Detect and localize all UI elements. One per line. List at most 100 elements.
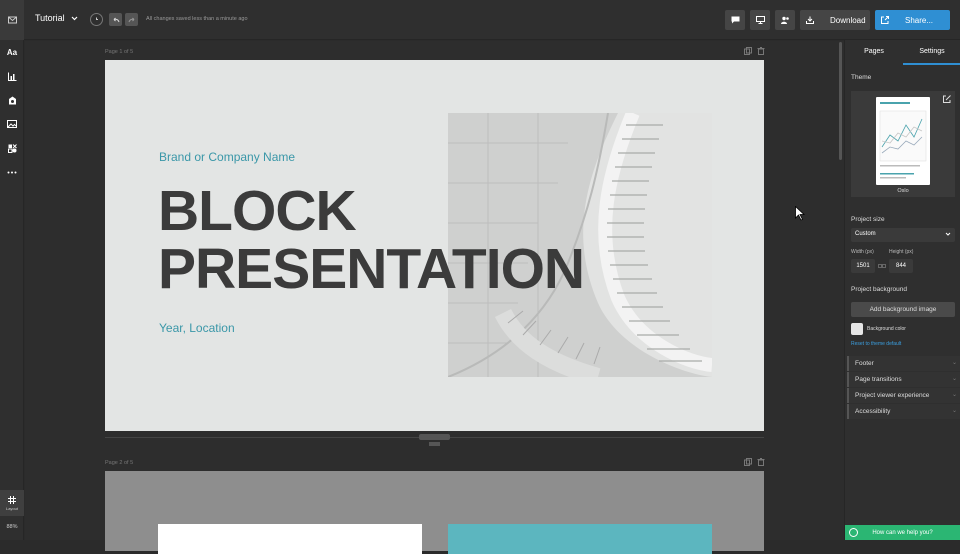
- help-label: How can we help you?: [872, 529, 933, 536]
- chevron-down-icon: ⌄: [951, 376, 957, 382]
- width-label: Width (px): [851, 249, 874, 255]
- chart-tool[interactable]: [5, 70, 19, 82]
- download-label: Download: [830, 15, 866, 25]
- chevron-down-icon: ⌄: [951, 392, 957, 398]
- share-icon: [881, 16, 889, 24]
- zoom-level[interactable]: 88%: [0, 524, 24, 530]
- chevron-down-icon: ⌄: [951, 408, 957, 414]
- accordion-label: Footer: [855, 360, 874, 367]
- chevron-down-icon: [945, 232, 951, 236]
- slide-2-teal-block[interactable]: [448, 524, 712, 554]
- edit-theme-icon[interactable]: [943, 95, 951, 103]
- project-size-value: Custom: [855, 231, 876, 237]
- media-tool[interactable]: [5, 94, 19, 106]
- add-background-image-button[interactable]: Add background image: [851, 302, 955, 317]
- comments-button[interactable]: [725, 10, 745, 30]
- clock-icon: [96, 17, 98, 20]
- more-tools[interactable]: [5, 166, 19, 178]
- slide-2-white-block[interactable]: [158, 524, 422, 554]
- background-color-label: Background color: [867, 326, 906, 332]
- brand-name-text[interactable]: Brand or Company Name: [159, 150, 295, 164]
- shapes-icon: [7, 143, 17, 153]
- mail-icon: [7, 16, 17, 24]
- mouse-cursor-icon: [795, 206, 805, 221]
- undo-icon: [113, 17, 119, 22]
- share-button[interactable]: Share...: [875, 10, 950, 30]
- panel-tabs: Pages Settings: [845, 40, 960, 65]
- accordion-accessibility[interactable]: Accessibility ⌄: [847, 404, 960, 419]
- top-bar: Tutorial All changes saved less than a m…: [0, 0, 960, 40]
- image-tool[interactable]: [5, 118, 19, 130]
- left-toolbar: Aa Layout 88%: [0, 40, 24, 540]
- canvas-scrollbar[interactable]: [839, 42, 842, 160]
- comment-icon: [731, 16, 739, 24]
- help-icon: [849, 528, 858, 537]
- present-button[interactable]: [750, 10, 770, 30]
- accordion-label: Project viewer experience: [855, 392, 930, 399]
- monitor-icon: [755, 16, 765, 24]
- drag-handle-icon: [429, 442, 440, 446]
- slide-1[interactable]: Brand or Company Name BLOCK PRESENTATION…: [105, 60, 764, 431]
- text-tool[interactable]: Aa: [5, 46, 19, 58]
- accordion-label: Accessibility: [855, 408, 891, 415]
- delete-page-icon[interactable]: [757, 458, 765, 466]
- image-icon: [7, 120, 17, 128]
- grid-icon: [8, 495, 16, 504]
- page-2-label: Page 2 of 5: [105, 460, 134, 466]
- chart-icon: [7, 72, 16, 81]
- redo-button[interactable]: [125, 13, 138, 26]
- history-button[interactable]: [90, 13, 103, 26]
- download-icon: [806, 16, 814, 24]
- chevron-down-icon: [71, 16, 78, 20]
- save-status: All changes saved less than a minute ago: [146, 16, 248, 22]
- headline-line-2: PRESENTATION: [158, 237, 585, 301]
- redo-icon: [128, 17, 134, 22]
- slide-2[interactable]: [105, 471, 764, 554]
- download-button[interactable]: Download: [800, 10, 870, 30]
- page-resize-handle[interactable]: [419, 434, 450, 446]
- chevron-down-icon: ⌄: [951, 360, 957, 366]
- accordion-label: Page transitions: [855, 376, 902, 383]
- project-background-heading: Project background: [851, 286, 908, 293]
- theme-name: Oslo: [897, 188, 909, 194]
- more-icon: [7, 171, 17, 173]
- document-title-dropdown[interactable]: Tutorial: [35, 13, 78, 23]
- accordion-page-transitions[interactable]: Page transitions ⌄: [847, 372, 960, 387]
- headline-line-1: BLOCK: [158, 179, 357, 243]
- theme-card[interactable]: Oslo: [851, 91, 955, 197]
- text-icon: Aa: [6, 47, 18, 57]
- width-input[interactable]: 1501: [851, 259, 875, 273]
- layout-button[interactable]: Layout: [0, 490, 24, 516]
- help-chat-button[interactable]: How can we help you?: [845, 525, 960, 540]
- shapes-tool[interactable]: [5, 142, 19, 154]
- layout-label: Layout: [5, 505, 18, 511]
- duplicate-page-icon[interactable]: [744, 458, 752, 466]
- document-title: Tutorial: [35, 13, 65, 23]
- delete-page-icon[interactable]: [757, 47, 765, 55]
- link-ratio-icon[interactable]: [878, 264, 886, 268]
- tab-pages[interactable]: Pages: [845, 40, 903, 65]
- page-1-label: Page 1 of 5: [105, 49, 134, 55]
- theme-thumbnail: [876, 97, 930, 185]
- reset-theme-link[interactable]: Reset to theme default: [851, 341, 901, 347]
- duplicate-page-icon[interactable]: [744, 47, 752, 55]
- project-size-heading: Project size: [851, 216, 885, 223]
- project-size-select[interactable]: Custom: [851, 228, 955, 242]
- media-icon: [8, 96, 16, 104]
- background-color-swatch[interactable]: [851, 323, 863, 335]
- theme-preview-chart: [879, 102, 927, 179]
- settings-panel: Pages Settings Theme Oslo Project size C…: [844, 40, 960, 540]
- home-logo-button[interactable]: [0, 0, 24, 40]
- undo-button[interactable]: [109, 13, 122, 26]
- users-icon: [780, 16, 789, 24]
- share-label: Share...: [905, 15, 934, 25]
- theme-heading: Theme: [851, 74, 872, 81]
- subtitle-text[interactable]: Year, Location: [159, 321, 235, 335]
- collaborate-button[interactable]: [775, 10, 795, 30]
- headline-text[interactable]: BLOCK PRESENTATION: [158, 179, 585, 301]
- tab-settings[interactable]: Settings: [903, 40, 960, 65]
- height-label: Height (px): [889, 249, 914, 255]
- accordion-footer[interactable]: Footer ⌄: [847, 356, 960, 371]
- height-input[interactable]: 844: [889, 259, 913, 273]
- accordion-viewer-experience[interactable]: Project viewer experience ⌄: [847, 388, 960, 403]
